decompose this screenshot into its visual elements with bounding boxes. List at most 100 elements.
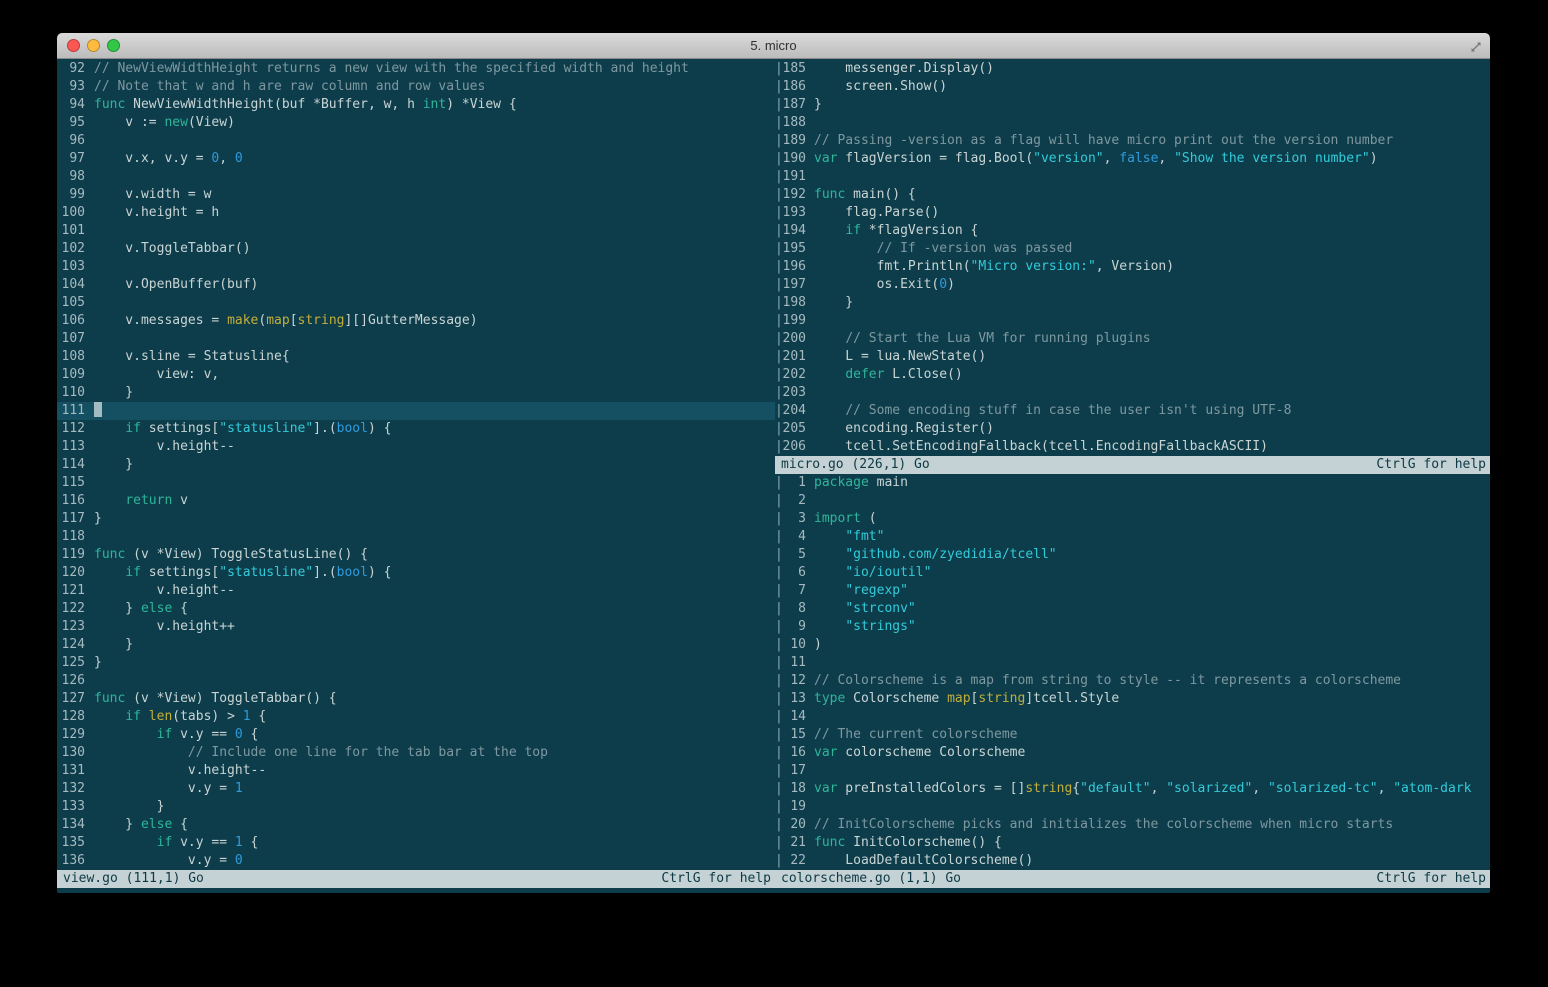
code-line[interactable]: | 206 tcell.SetEncodingFallback(tcell.Enc… (775, 438, 1490, 456)
code-line[interactable]: 123 v.height++ (57, 618, 775, 636)
code-line[interactable]: | 6 "io/ioutil" (775, 564, 1490, 582)
code-line[interactable]: | 2 (775, 492, 1490, 510)
code-line[interactable]: 124 } (57, 636, 775, 654)
code-line[interactable]: 112 if settings["statusline"].(bool) { (57, 420, 775, 438)
code-line[interactable]: | 21 func InitColorscheme() { (775, 834, 1490, 852)
code-line[interactable]: 117} (57, 510, 775, 528)
code-line[interactable]: 127 func (v *View) ToggleTabbar() { (57, 690, 775, 708)
code-line[interactable]: 109 view: v, (57, 366, 775, 384)
code-line[interactable]: | 12 // Colorscheme is a map from string t… (775, 672, 1490, 690)
code-line[interactable]: | 14 (775, 708, 1490, 726)
code-line[interactable]: | 15 // The current colorscheme (775, 726, 1490, 744)
code-line[interactable]: | 22 LoadDefaultColorscheme() (775, 852, 1490, 870)
code-line[interactable]: 113 v.height-- (57, 438, 775, 456)
code-line[interactable]: 121 v.height-- (57, 582, 775, 600)
code-line[interactable]: 118 (57, 528, 775, 546)
code-line[interactable]: 111 (57, 402, 775, 420)
code-line[interactable]: 96 (57, 132, 775, 150)
code-line[interactable]: | 7 "regexp" (775, 582, 1490, 600)
code-line[interactable]: 133 } (57, 798, 775, 816)
code-line[interactable]: | 192 func main() { (775, 186, 1490, 204)
code-line[interactable]: 131 v.height-- (57, 762, 775, 780)
code-line[interactable]: | 5 "github.com/zyedidia/tcell" (775, 546, 1490, 564)
code-line[interactable]: 128 if len(tabs) > 1 { (57, 708, 775, 726)
code-line[interactable]: 92 // NewViewWidthHeight returns a new vi… (57, 60, 775, 78)
code-line[interactable]: | 194 if *flagVersion { (775, 222, 1490, 240)
editor-pane-colorscheme-go[interactable]: | 1 package main | 2 | 3 import (| 4 "fmt" | 5 "gi… (775, 474, 1490, 870)
code-line[interactable]: 134 } else { (57, 816, 775, 834)
code-line[interactable]: | 199 (775, 312, 1490, 330)
close-button[interactable] (67, 39, 80, 52)
code-line[interactable]: | 190 var flagVersion = flag.Bool("version… (775, 150, 1490, 168)
code-line[interactable]: 97 v.x, v.y = 0, 0 (57, 150, 775, 168)
code-line[interactable]: 104 v.OpenBuffer(buf) (57, 276, 775, 294)
code-line[interactable]: 100 v.height = h (57, 204, 775, 222)
code-line[interactable]: 102 v.ToggleTabbar() (57, 240, 775, 258)
code-line[interactable]: | 10) (775, 636, 1490, 654)
code-line[interactable]: 126 (57, 672, 775, 690)
code-line[interactable]: 110 } (57, 384, 775, 402)
code-line[interactable]: | 20 // InitColorscheme picks and initiali… (775, 816, 1490, 834)
code-line[interactable]: 122 } else { (57, 600, 775, 618)
code-line[interactable]: | 9 "strings" (775, 618, 1490, 636)
code-line[interactable]: 135 if v.y == 1 { (57, 834, 775, 852)
code-line[interactable]: 108 v.sline = Statusline{ (57, 348, 775, 366)
code-line[interactable]: | 16 var colorscheme Colorscheme (775, 744, 1490, 762)
editor-pane-view-go[interactable]: 92 // NewViewWidthHeight returns a new vi… (57, 60, 775, 870)
code-line[interactable]: 94 func NewViewWidthHeight(buf *Buffer, w… (57, 96, 775, 114)
code-line[interactable]: 101 (57, 222, 775, 240)
code-line[interactable]: | 197 os.Exit(0) (775, 276, 1490, 294)
code-line[interactable]: 136 v.y = 0 (57, 852, 775, 870)
code-line[interactable]: | 198 } (775, 294, 1490, 312)
code-line[interactable]: 130 // Include one line for the tab bar … (57, 744, 775, 762)
code-line[interactable]: | 203 (775, 384, 1490, 402)
code-line[interactable]: | 201 L = lua.NewState() (775, 348, 1490, 366)
code-line[interactable]: | 193 flag.Parse() (775, 204, 1490, 222)
minimize-button[interactable] (87, 39, 100, 52)
code-line[interactable]: 125} (57, 654, 775, 672)
line-number: 100 (61, 205, 85, 220)
code-line[interactable]: | 188 (775, 114, 1490, 132)
code-line[interactable]: | 205 encoding.Register() (775, 420, 1490, 438)
code-line[interactable]: | 11 (775, 654, 1490, 672)
code-line[interactable]: | 189 // Passing -version as a flag will h… (775, 132, 1490, 150)
code-line[interactable]: 93 // Note that w and h are raw column an… (57, 78, 775, 96)
code-line[interactable]: 99 v.width = w (57, 186, 775, 204)
code-line[interactable]: | 13 type Colorscheme map[string]tcell.Sty… (775, 690, 1490, 708)
code-line[interactable]: 114 } (57, 456, 775, 474)
code-line[interactable]: 116 return v (57, 492, 775, 510)
code-line[interactable]: | 191 (775, 168, 1490, 186)
code-line[interactable]: | 17 (775, 762, 1490, 780)
code-line[interactable]: | 200 // Start the Lua VM for running plu… (775, 330, 1490, 348)
resize-icon[interactable] (1469, 39, 1483, 53)
code-line[interactable]: 132 v.y = 1 (57, 780, 775, 798)
code-line[interactable]: | 8 "strconv" (775, 600, 1490, 618)
code-line[interactable]: 119 func (v *View) ToggleStatusLine() { (57, 546, 775, 564)
code-line[interactable]: | 4 "fmt" (775, 528, 1490, 546)
code-line[interactable]: | 19 (775, 798, 1490, 816)
title-bar[interactable]: 5. micro (57, 33, 1490, 59)
code-line[interactable]: 120 if settings["statusline"].(bool) { (57, 564, 775, 582)
code-line[interactable]: 106 v.messages = make(map[string][]Gutte… (57, 312, 775, 330)
code-line[interactable]: 103 (57, 258, 775, 276)
code-line[interactable]: | 186 screen.Show() (775, 78, 1490, 96)
zoom-button[interactable] (107, 39, 120, 52)
code-line[interactable]: 105 (57, 294, 775, 312)
code-line[interactable]: | 204 // Some encoding stuff in case the … (775, 402, 1490, 420)
code-line[interactable]: 115 (57, 474, 775, 492)
code-text: return v (125, 493, 188, 508)
code-line[interactable]: | 187} (775, 96, 1490, 114)
code-line[interactable]: | 18 var preInstalledColors = []string{"de… (775, 780, 1490, 798)
code-line[interactable]: | 185 messenger.Display() (775, 60, 1490, 78)
code-line[interactable]: 98 (57, 168, 775, 186)
code-line[interactable]: 107 (57, 330, 775, 348)
code-line[interactable]: 95 v := new(View) (57, 114, 775, 132)
code-line[interactable]: | 195 // If -version was passed (775, 240, 1490, 258)
editor-pane-micro-go[interactable]: | 185 messenger.Display() | 186 screen.Show… (775, 60, 1490, 456)
code-line[interactable]: | 202 defer L.Close() (775, 366, 1490, 384)
code-line[interactable]: 129 if v.y == 0 { (57, 726, 775, 744)
code-text: // The current colorscheme (814, 727, 1018, 742)
code-line[interactable]: | 3 import ( (775, 510, 1490, 528)
code-line[interactable]: | 196 fmt.Println("Micro version:", Versi… (775, 258, 1490, 276)
code-line[interactable]: | 1 package main (775, 474, 1490, 492)
